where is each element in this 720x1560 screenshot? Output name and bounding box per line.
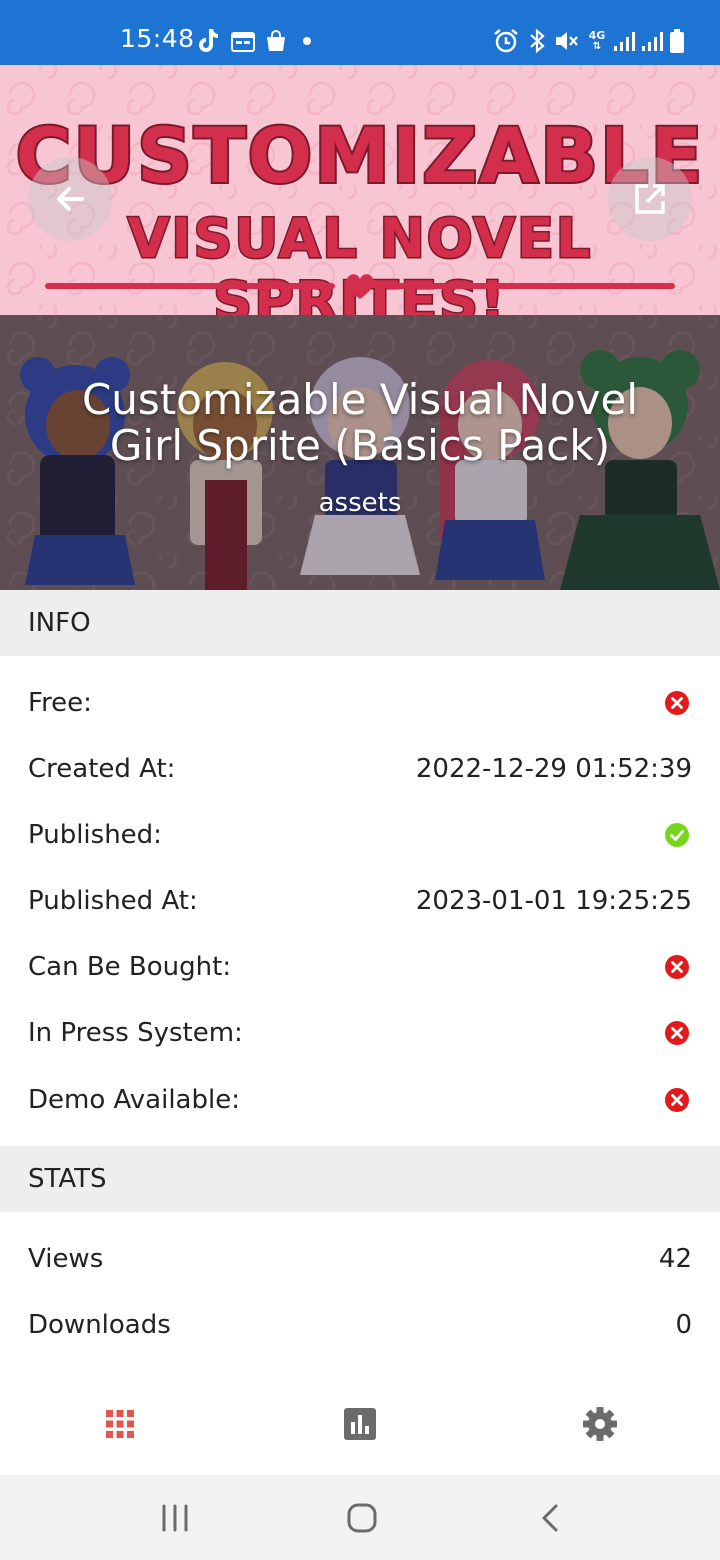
dot-icon <box>300 26 314 56</box>
info-label: Published: <box>28 820 162 850</box>
status-time: 15:48 <box>120 24 195 53</box>
banner-rule-left <box>45 283 335 289</box>
home-icon <box>347 1503 377 1533</box>
nav-grid-button[interactable] <box>80 1389 160 1459</box>
arrow-back-icon <box>57 187 84 211</box>
info-row-published-at: Published At: 2023-01-01 19:25:25 <box>0 868 720 934</box>
info-value: 2023-01-01 19:25:25 <box>415 886 692 916</box>
info-label: Created At: <box>28 754 176 784</box>
stats-row-views: Views 42 <box>0 1226 720 1292</box>
info-label: In Press System: <box>28 1018 243 1048</box>
open-external-icon <box>635 184 665 214</box>
check-circle-icon <box>665 823 689 847</box>
info-value: 2022-12-29 01:52:39 <box>415 754 692 784</box>
info-header-label: INFO <box>28 608 91 638</box>
shopping-bag-icon <box>263 26 289 56</box>
info-row-created-at: Created At: 2022-12-29 01:52:39 <box>0 736 720 802</box>
stats-header-label: STATS <box>28 1164 107 1194</box>
stats-row-downloads: Downloads 0 <box>0 1292 720 1358</box>
info-row-published: Published: <box>0 802 720 868</box>
bar-chart-icon <box>344 1408 376 1440</box>
bottom-navigation <box>0 1375 720 1475</box>
cross-circle-icon <box>665 1021 689 1045</box>
system-back-button[interactable] <box>520 1493 580 1543</box>
info-label: Published At: <box>28 886 198 916</box>
back-button[interactable] <box>28 157 112 241</box>
info-section-header: INFO <box>0 590 720 656</box>
network-label: 4G <box>588 29 606 42</box>
4g-icon: 4G ⇅ <box>588 29 606 52</box>
stats-value: 0 <box>675 1310 692 1340</box>
mute-icon <box>554 26 580 56</box>
recent-apps-button[interactable] <box>145 1493 205 1543</box>
system-navigation-bar <box>0 1475 720 1560</box>
recent-apps-icon <box>162 1504 188 1532</box>
info-label: Demo Available: <box>28 1085 240 1115</box>
heart-icon <box>346 274 374 299</box>
info-row-free: Free: <box>0 670 720 736</box>
settings-icon <box>583 1407 617 1441</box>
nav-stats-button[interactable] <box>320 1389 400 1459</box>
info-row-can-be-bought: Can Be Bought: <box>0 934 720 1000</box>
tiktok-icon <box>196 26 220 56</box>
signal-icon <box>612 26 636 56</box>
asset-category: assets <box>318 488 402 518</box>
info-row-in-press-system: In Press System: <box>0 1000 720 1066</box>
info-label: Free: <box>28 688 92 718</box>
bluetooth-icon <box>526 26 548 56</box>
cross-circle-icon <box>665 955 689 979</box>
info-row-demo-available: Demo Available: <box>0 1067 720 1133</box>
chevron-left-icon <box>542 1504 558 1532</box>
stats-label: Downloads <box>28 1310 171 1340</box>
banner-rule-right <box>385 283 675 289</box>
status-bar: 15:48 4G ⇅ <box>0 0 720 65</box>
alarm-icon <box>492 26 520 56</box>
open-external-button[interactable] <box>608 157 692 241</box>
nav-settings-button[interactable] <box>560 1389 640 1459</box>
stats-value: 42 <box>658 1244 692 1274</box>
battery-icon <box>668 26 686 56</box>
stats-section-header: STATS <box>0 1146 720 1212</box>
cross-circle-icon <box>665 691 689 715</box>
asset-title: Customizable Visual Novel Girl Sprite (B… <box>81 375 639 470</box>
stats-label: Views <box>28 1244 104 1274</box>
info-label: Can Be Bought: <box>28 952 232 982</box>
cross-circle-icon <box>665 1088 689 1112</box>
home-button[interactable] <box>332 1493 392 1543</box>
signal-icon <box>640 26 664 56</box>
calendar-icon <box>230 26 256 56</box>
grid-icon <box>106 1410 134 1438</box>
